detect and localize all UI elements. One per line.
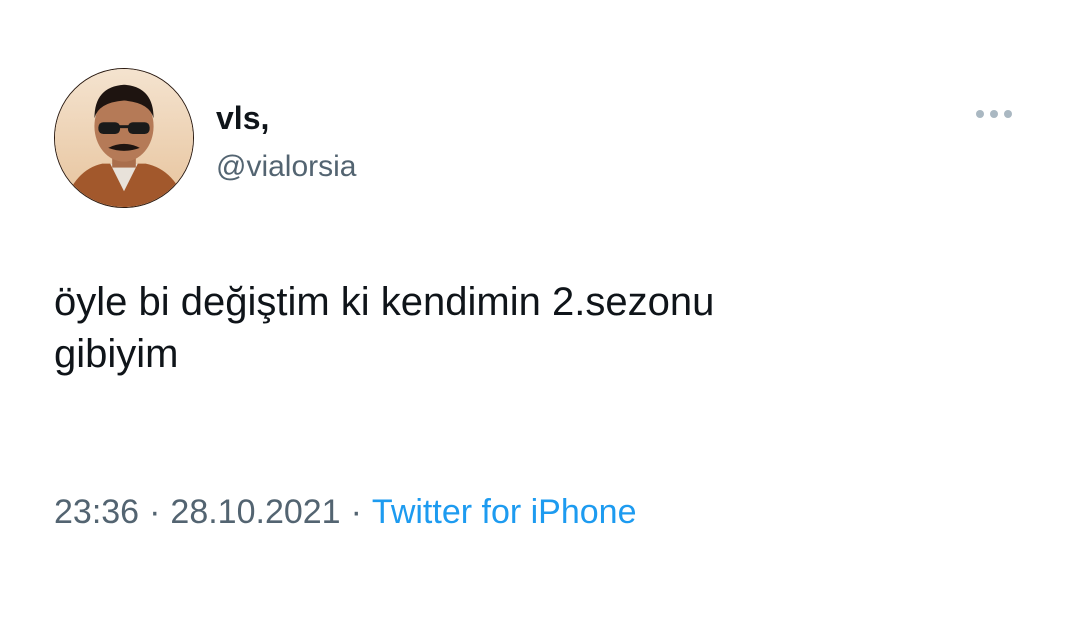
tweet-text: öyle bi değiştim ki kendimin 2.sezonu gi… (54, 280, 715, 376)
meta-separator: · (149, 493, 161, 531)
ellipsis-icon (976, 110, 1012, 118)
tweet-source-link[interactable]: Twitter for iPhone (372, 493, 637, 531)
tweet-card: vls, @vialorsia öyle bi değiştim ki kend… (0, 0, 1070, 619)
author-display-name[interactable]: vls, (216, 98, 269, 138)
tweet-meta: 23:36 · 28.10.2021 · Twitter for iPhone (54, 490, 636, 534)
meta-separator: · (350, 493, 362, 531)
tweet-date[interactable]: 28.10.2021 (170, 493, 340, 531)
more-options-button[interactable] (972, 104, 1016, 124)
profile-photo-icon (55, 69, 193, 207)
tweet-time[interactable]: 23:36 (54, 493, 139, 531)
avatar[interactable] (54, 68, 194, 208)
author-handle[interactable]: @vialorsia (216, 148, 357, 186)
